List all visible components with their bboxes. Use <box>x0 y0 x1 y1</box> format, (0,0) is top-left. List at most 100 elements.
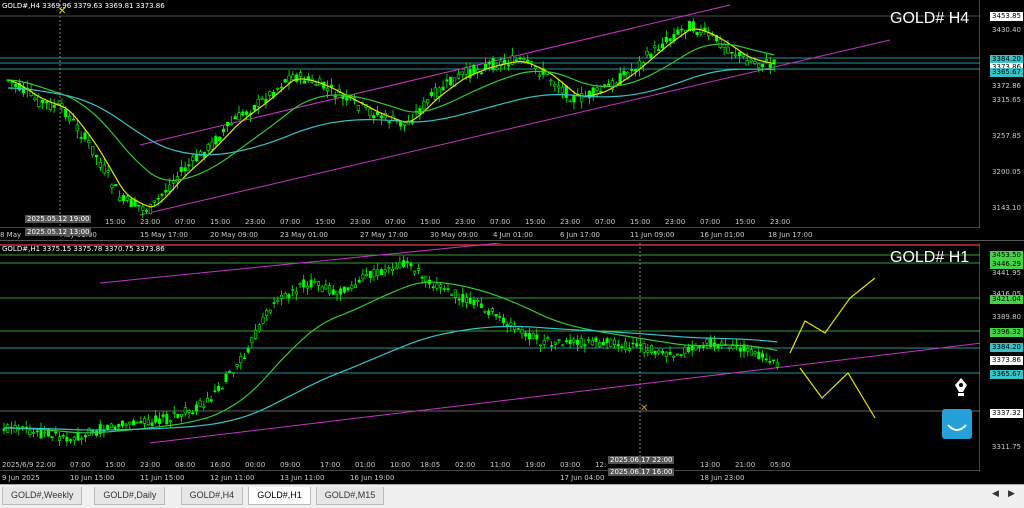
candle-body <box>324 284 328 290</box>
h1-chart-panel[interactable]: ✕ GOLD#,H1 3375.15 3375.78 3370.75 3373.… <box>0 243 1024 483</box>
candle-body <box>341 95 345 99</box>
candle-body <box>231 372 235 374</box>
candle-body <box>616 343 620 347</box>
candle-body <box>394 267 398 270</box>
candle-body <box>160 193 164 196</box>
candle-body <box>657 49 661 51</box>
candle-body <box>556 85 561 89</box>
candle-body <box>94 155 99 158</box>
tab-weekly[interactable]: GOLD#,Weekly <box>2 487 83 505</box>
candle-body <box>120 420 124 427</box>
candle-body <box>599 90 603 93</box>
candle-body <box>261 316 265 324</box>
tab-h4[interactable]: GOLD#,H4 <box>180 487 244 505</box>
tab-h1[interactable]: GOLD#,H1 <box>248 487 311 505</box>
candle-body <box>32 432 36 434</box>
price-tick-label: 3200.05 <box>992 168 1021 176</box>
candle-body <box>727 346 731 349</box>
h4-symbol-label: GOLD# H4 <box>890 10 970 27</box>
candle-body <box>590 340 594 346</box>
candle-body <box>368 270 372 278</box>
price-tick-label: 3315.65 <box>992 96 1021 104</box>
candle-body <box>595 87 599 91</box>
candle-body <box>764 58 769 62</box>
candle-body <box>61 434 65 437</box>
candle-body <box>125 196 129 201</box>
candle-body <box>237 112 241 121</box>
time-tick-label: 11 Jun 09:00 <box>630 231 675 239</box>
candle-body <box>375 111 380 116</box>
candle-body <box>487 62 491 65</box>
tab-m15[interactable]: GOLD#,M15 <box>315 487 385 505</box>
candle-body <box>553 341 557 345</box>
candle-body <box>339 288 343 295</box>
price-level-tag: 3421.04 <box>990 295 1023 304</box>
candle-body <box>535 334 539 340</box>
candle-body <box>28 430 32 435</box>
hour-tick-label: 23:00 <box>350 218 371 226</box>
candle-body <box>575 339 579 345</box>
candle-body <box>169 420 173 422</box>
tab-daily[interactable]: GOLD#,Daily <box>94 487 166 505</box>
candle-body <box>314 84 318 86</box>
pen-tool-icon[interactable] <box>950 376 972 398</box>
candle-body <box>479 72 484 75</box>
candle-body <box>313 281 317 283</box>
candle-body <box>379 115 384 119</box>
crosshair-time-box: 2025.05.12 13:00 <box>25 228 92 236</box>
candle-body <box>137 204 141 207</box>
time-tick-label: 16 Jun 19:00 <box>350 474 395 482</box>
candle-body <box>501 317 505 323</box>
candle-body <box>606 83 611 86</box>
candle-body <box>472 64 476 74</box>
crosshair-time-box: 2025.05.12 19:00 <box>25 215 92 223</box>
candle-body <box>506 64 511 67</box>
time-tick-label: 18 Jun 17:00 <box>768 231 813 239</box>
candle-body <box>145 210 149 212</box>
candle-body <box>726 46 730 54</box>
candle-body <box>176 414 180 418</box>
candle-body <box>68 115 72 122</box>
candle-body <box>598 342 602 348</box>
candle-body <box>361 274 365 280</box>
candle-body <box>302 279 306 288</box>
hour-tick-label: 12: <box>595 461 607 469</box>
hour-tick-label: 23:00 <box>560 218 581 226</box>
candle-body <box>150 422 154 426</box>
candle-body <box>110 184 114 188</box>
tab-scroll-right-icon[interactable]: ▶ <box>1008 489 1015 499</box>
candle-body <box>157 418 161 425</box>
hour-tick-label: 08:00 <box>175 461 196 469</box>
candle-body <box>10 81 14 84</box>
candle-body <box>353 284 357 288</box>
candle-body <box>518 57 522 60</box>
h4-chart-panel[interactable]: ✕ GOLD#,H4 3369.96 3379.63 3369.81 3373.… <box>0 0 1024 241</box>
candle-body <box>128 421 132 425</box>
candle-body <box>757 63 761 68</box>
candle-body <box>694 345 698 351</box>
candle-body <box>387 267 391 270</box>
price-level-tag: 3384.20 <box>990 343 1023 352</box>
price-level-tag: 3365.67 <box>990 68 1023 77</box>
candle-body <box>627 348 631 351</box>
candle-body <box>426 99 430 104</box>
candle-body <box>129 198 133 208</box>
h4-price-plot[interactable]: ✕ <box>0 0 980 228</box>
hour-tick-label: 07:00 <box>70 461 91 469</box>
candle-body <box>335 290 339 295</box>
candle-body <box>106 170 110 173</box>
candle-body <box>109 423 113 428</box>
hour-tick-label: 23:00 <box>140 461 161 469</box>
candle-body <box>509 322 513 326</box>
candle-body <box>420 276 424 279</box>
candle-body <box>680 28 684 31</box>
candle-body <box>579 338 583 347</box>
candle-body <box>402 123 407 126</box>
candle-body <box>346 287 350 291</box>
candle-body <box>646 350 650 353</box>
candle-body <box>302 80 307 84</box>
candle-body <box>328 285 332 294</box>
h1-price-plot[interactable]: ✕ <box>0 243 980 471</box>
candle-body <box>672 355 676 358</box>
tab-scroll-left-icon[interactable]: ◀ <box>992 489 999 499</box>
